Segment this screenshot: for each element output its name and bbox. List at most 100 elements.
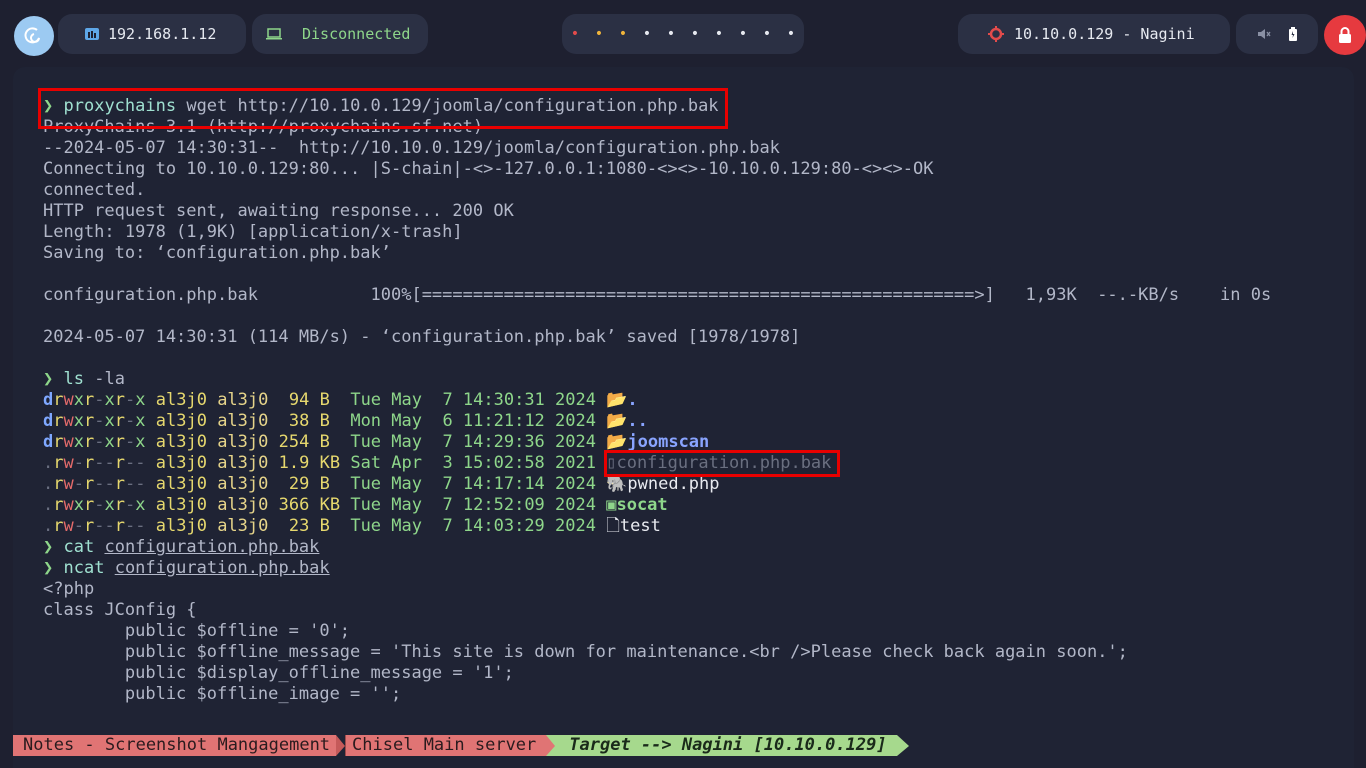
file-size: 38 — [278, 411, 310, 431]
output-line: connected. — [43, 180, 146, 200]
ip-address: 192.168.1.12 — [108, 25, 217, 43]
file-name: pwned.php — [627, 474, 720, 494]
output-line: Length: 1978 (1,9K) [application/x-trash… — [43, 222, 463, 242]
workspace-indicator-1[interactable]: • — [563, 26, 587, 42]
ls-row: drwxr-xr-x al3j0 al3j0 38 B Mon May 6 11… — [43, 411, 648, 432]
vpn-widget[interactable]: Disconnected — [252, 14, 428, 54]
volume-muted-icon[interactable] — [1257, 27, 1271, 41]
owner-user: al3j0 — [155, 474, 207, 494]
file-name: .. — [627, 411, 648, 431]
size-unit: B — [319, 474, 341, 494]
perm-type: . — [43, 474, 54, 494]
mod-date: Sat Apr 3 15:02:58 2021 — [350, 453, 596, 473]
workspace-switcher[interactable]: • • • • • • • • • • — [562, 14, 804, 54]
workspace-indicator-3[interactable]: • — [611, 26, 635, 42]
file-type-icon: 🐘 — [606, 474, 628, 494]
file-size: 94 — [278, 390, 310, 410]
output-line: ProxyChains-3.1 (http://proxychains.sf.n… — [43, 117, 484, 137]
prompt-symbol: ❯ — [43, 558, 54, 578]
ip-widget[interactable]: 192.168.1.12 — [58, 14, 246, 54]
perm-type: . — [43, 516, 54, 536]
output-line: --2024-05-07 14:30:31-- http://10.10.0.1… — [43, 138, 780, 158]
prompt-symbol: ❯ — [43, 369, 54, 389]
workspace-indicator-7[interactable]: • — [707, 26, 731, 42]
perm-bits: rwxr-xr-x — [53, 432, 146, 452]
mod-date: Mon May 6 11:21:12 2024 — [350, 411, 596, 431]
ls-row: .rw-r--r-- al3j0 al3j0 1.9 KB Sat Apr 3 … — [43, 453, 831, 474]
perm-bits: rw-r--r-- — [53, 474, 146, 494]
output-line: HTTP request sent, awaiting response... … — [43, 201, 514, 221]
target-widget[interactable]: 10.10.0.129 - Nagini — [958, 14, 1230, 54]
status-segment-chisel[interactable]: Chisel Main server — [345, 735, 547, 756]
workspace-indicator-6[interactable]: • — [683, 26, 707, 42]
lock-button[interactable] — [1324, 15, 1366, 55]
command-line: ❯ proxychains wget http://10.10.0.129/jo… — [43, 96, 719, 117]
workspace-indicator-4[interactable]: • — [635, 26, 659, 42]
owner-user: al3j0 — [155, 495, 207, 515]
target-icon — [988, 26, 1004, 42]
code-line: public $offline = '0'; — [43, 621, 351, 641]
ls-row: .rw-r--r-- al3j0 al3j0 23 B Tue May 7 14… — [43, 516, 661, 537]
command-line: ❯ ncat configuration.php.bak — [43, 558, 330, 579]
owner-user: al3j0 — [155, 432, 207, 452]
file-name: socat — [616, 495, 668, 515]
workspace-indicator-5[interactable]: • — [659, 26, 683, 42]
output-line: 2024-05-07 14:30:31 (114 MB/s) - ‘config… — [43, 327, 801, 347]
owner-group: al3j0 — [217, 453, 269, 473]
file-size: 23 — [278, 516, 310, 536]
file-type-icon: ▯ — [606, 453, 617, 473]
file-name: configuration.php.bak — [616, 453, 832, 473]
ls-row: drwxr-xr-x al3j0 al3j0 94 B Tue May 7 14… — [43, 390, 638, 411]
code-line: public $offline_image = ''; — [43, 684, 402, 704]
tmux-status-bar: Notes - Screenshot Mangagement Chisel Ma… — [13, 735, 909, 756]
file-type-icon: 📂 — [606, 411, 628, 431]
file-size: 29 — [278, 474, 310, 494]
owner-user: al3j0 — [155, 516, 207, 536]
system-tray[interactable] — [1236, 14, 1318, 54]
owner-group: al3j0 — [217, 495, 269, 515]
output-line: Saving to: ‘configuration.php.bak’ — [43, 243, 391, 263]
command-binary: cat — [63, 537, 95, 557]
workspace-indicator-2[interactable]: • — [587, 26, 611, 42]
perm-bits: rwxr-xr-x — [53, 495, 146, 515]
mod-date: Tue May 7 14:17:14 2024 — [350, 474, 596, 494]
workspace-indicator-8[interactable]: • — [731, 26, 755, 42]
command-binary: ncat — [63, 558, 105, 578]
ls-row: .rwxr-xr-x al3j0 al3j0 366 KB Tue May 7 … — [43, 495, 668, 516]
perm-bits: rw-r--r-- — [53, 453, 146, 473]
workspace-indicator-9[interactable]: • — [755, 26, 779, 42]
command-binary: ls — [63, 369, 84, 389]
distro-logo[interactable] — [14, 16, 54, 56]
owner-group: al3j0 — [217, 516, 269, 536]
code-line: class JConfig { — [43, 600, 197, 620]
code-line: public $offline_message = 'This site is … — [43, 642, 1128, 662]
status-segment-target[interactable]: Target --> Nagini [10.10.0.129] — [555, 735, 897, 756]
file-size: 1.9 — [278, 453, 310, 473]
owner-group: al3j0 — [217, 390, 269, 410]
mod-date: Tue May 7 14:03:29 2024 — [350, 516, 596, 536]
command-line: ❯ cat configuration.php.bak — [43, 537, 319, 558]
segment-arrow — [546, 735, 556, 756]
output-line: configuration.php.bak 100%[=============… — [43, 285, 1272, 305]
command-binary: proxychains — [63, 96, 177, 116]
perm-bits: rwxr-xr-x — [53, 411, 146, 431]
prompt-symbol: ❯ — [43, 96, 54, 116]
file-name: joomscan — [627, 432, 710, 452]
perm-type: d — [43, 390, 54, 410]
file-size: 366 — [278, 495, 310, 515]
size-unit: KB — [319, 495, 341, 515]
size-unit: KB — [319, 453, 341, 473]
battery-icon[interactable] — [1289, 27, 1297, 41]
perm-bits: rwxr-xr-x — [53, 390, 146, 410]
code-line: <?php — [43, 579, 95, 599]
code-line: public $display_offline_message = '1'; — [43, 663, 514, 683]
command-arg-file: configuration.php.bak — [104, 537, 320, 557]
ls-row: drwxr-xr-x al3j0 al3j0 254 B Tue May 7 1… — [43, 432, 709, 453]
file-name: test — [619, 516, 661, 536]
file-type-icon: 📂 — [606, 390, 628, 410]
command-arg-file: configuration.php.bak — [114, 558, 330, 578]
owner-user: al3j0 — [155, 411, 207, 431]
workspace-indicator-10[interactable]: • — [779, 26, 803, 42]
terminal-window[interactable]: ❯ proxychains wget http://10.10.0.129/jo… — [13, 67, 1354, 768]
status-segment-notes[interactable]: Notes - Screenshot Mangagement — [13, 735, 337, 756]
